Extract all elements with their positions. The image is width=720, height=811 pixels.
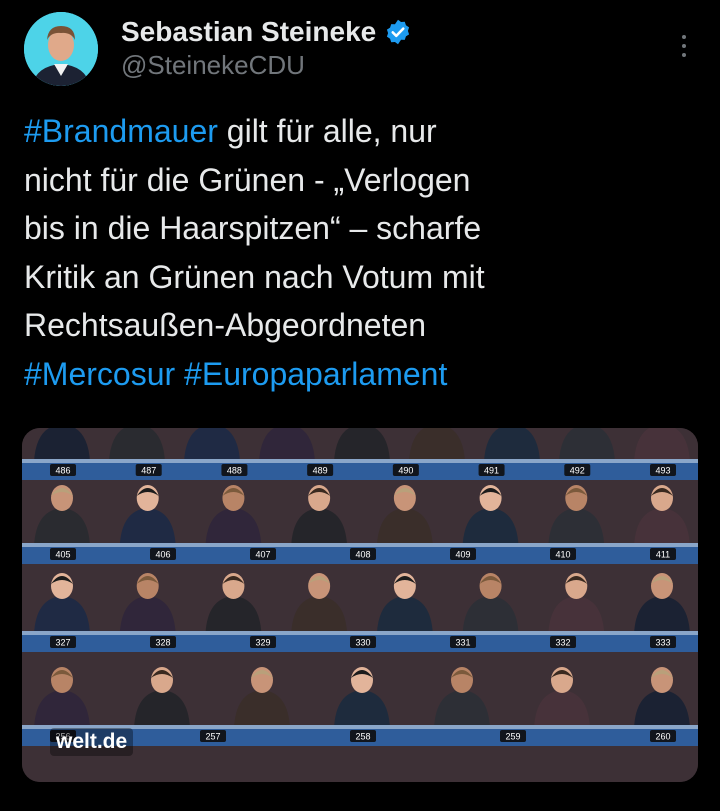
handle[interactable]: @SteinekeCDU bbox=[121, 50, 305, 81]
tweet-text-line: bis in die Haarspitzen“ – scharfe bbox=[24, 204, 684, 253]
hashtag-link[interactable]: #Brandmauer bbox=[24, 113, 218, 149]
seat-number: 259 bbox=[505, 732, 520, 742]
avatar[interactable] bbox=[24, 12, 98, 86]
hashtag-link[interactable]: #Mercosur bbox=[24, 356, 175, 392]
seat-number: 487 bbox=[141, 466, 156, 476]
tweet-text-line: Kritik an Grünen nach Votum mit bbox=[24, 253, 684, 302]
tweet-text-line: #Brandmauer gilt für alle, nur bbox=[24, 107, 684, 156]
seat-number: 407 bbox=[255, 550, 270, 560]
seat-number: 493 bbox=[655, 466, 670, 476]
tweet-text-segment: bis in die Haarspitzen“ – scharfe bbox=[24, 210, 482, 246]
tweet-text-segment bbox=[175, 356, 184, 392]
seat-number: 492 bbox=[570, 466, 585, 476]
tweet-text-segment: gilt für alle, nur bbox=[217, 113, 437, 149]
seat-number: 405 bbox=[55, 550, 70, 560]
seat-number: 406 bbox=[155, 550, 170, 560]
seat-number: 330 bbox=[355, 638, 370, 648]
seat-number: 490 bbox=[398, 466, 413, 476]
desk-edge bbox=[22, 543, 698, 547]
seat-number: 486 bbox=[55, 466, 70, 476]
seat-number: 408 bbox=[355, 550, 370, 560]
seat-number: 329 bbox=[255, 638, 270, 648]
tweet-text: #Brandmauer gilt für alle, nur nicht für … bbox=[24, 107, 684, 398]
more-options-icon[interactable] bbox=[674, 30, 694, 66]
seat-number: 327 bbox=[55, 638, 70, 648]
seat-number: 328 bbox=[155, 638, 170, 648]
seat-number: 260 bbox=[655, 732, 670, 742]
seat-number: 333 bbox=[655, 638, 670, 648]
seat-number: 488 bbox=[227, 466, 242, 476]
media-watermark: welt.de bbox=[50, 728, 134, 756]
seat-number: 258 bbox=[355, 732, 370, 742]
verified-badge-icon bbox=[384, 18, 412, 46]
seat-number: 489 bbox=[313, 466, 328, 476]
tweet-text-line: nicht für die Grünen - „Verlogen bbox=[24, 156, 684, 205]
seat-number: 332 bbox=[555, 638, 570, 648]
seat-number: 411 bbox=[656, 550, 670, 560]
seat-number: 331 bbox=[455, 638, 470, 648]
desk-edge bbox=[22, 631, 698, 635]
seat-number: 409 bbox=[455, 550, 470, 560]
name-row: Sebastian Steineke bbox=[121, 14, 412, 50]
tweet-text-line: #Mercosur #Europaparlament bbox=[24, 350, 684, 399]
tweet-text-line: Rechtsaußen-Abgeordneten bbox=[24, 301, 684, 350]
tweet-text-segment: nicht für die Grünen - „Verlogen bbox=[24, 161, 471, 198]
tweet-header: Sebastian Steineke @SteinekeCDU bbox=[24, 12, 704, 92]
tweet-text-segment: Kritik an Grünen nach Votum mit bbox=[24, 258, 485, 295]
desk-edge bbox=[22, 459, 698, 463]
avatar-image bbox=[24, 12, 98, 86]
tweet-media[interactable]: 486 487 488 489 490 491 492 493 405 406 407 408 409 4… bbox=[22, 428, 698, 782]
seat-number: 491 bbox=[484, 466, 499, 476]
seat-number: 410 bbox=[555, 550, 570, 560]
display-name[interactable]: Sebastian Steineke bbox=[121, 16, 376, 48]
hashtag-link[interactable]: #Europaparlament bbox=[184, 356, 447, 392]
tweet-text-segment: Rechtsaußen-Abgeordneten bbox=[24, 307, 427, 343]
seat-number: 257 bbox=[205, 732, 220, 742]
desk-front bbox=[22, 462, 698, 480]
